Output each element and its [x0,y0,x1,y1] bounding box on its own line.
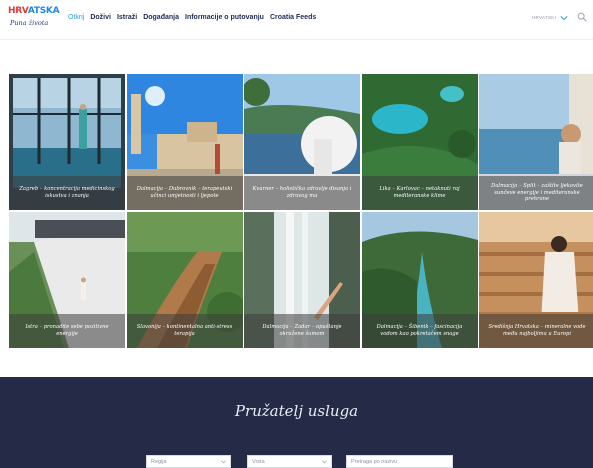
nav-item-otkrij[interactable]: Otkrij [68,14,84,21]
tile-caption-text: Istra – pronađite sebe pozitivne energij… [25,324,109,337]
destination-tile[interactable]: Zagreb – koncentracija medicinskog iskus… [9,74,125,210]
search-icon[interactable] [577,12,587,22]
nav-item-dozivi[interactable]: Doživi [90,14,111,21]
tile-caption-text: Dalmacija – Šibenik – fascinacija vodom … [376,324,463,337]
destination-grid: Zagreb – koncentracija medicinskog iskus… [9,74,593,349]
tile-caption-text: Dalmacija – Split – zaštite ljekovite su… [491,183,583,203]
destination-tile[interactable]: Slavonija – kontinentalna anti-stress te… [126,212,243,348]
tile-caption-text: Lika – Karlovac – netaknuti raj meditera… [379,186,460,199]
provider-search-input[interactable]: Pretraga po nazivu [346,455,453,468]
tile-caption: Kvarner – holistička zdravlje disanja i … [244,176,360,210]
tile-caption: Istra – pronađite sebe pozitivne energij… [9,314,125,348]
tile-caption: Slavonija – kontinentalna anti-stress te… [126,314,243,348]
destination-tile[interactable]: Dalmacija – Zadar – opuštanje okružene š… [244,212,360,348]
destination-tile[interactable]: Dalmacija – Šibenik – fascinacija vodom … [361,212,478,348]
type-select[interactable]: Vrsta [247,455,332,468]
logo-wordmark: HRVATSKA [8,6,60,16]
tile-caption-text: Dalmacija – Zadar – opuštanje okružene š… [262,324,342,337]
main-nav: Otkrij Doživi Istraži Događanja Informac… [68,14,316,21]
nav-item-istrazi[interactable]: Istraži [117,14,137,21]
site-header: HRVATSKA Puna života Otkrij Doživi Istra… [0,0,593,40]
tile-caption: Zagreb – koncentracija medicinskog iskus… [9,176,125,210]
destination-tile[interactable]: Istra – pronađite sebe pozitivne energij… [9,212,125,348]
logo-tagline: Puna života [10,19,49,27]
language-selector[interactable]: HRVATSKI [532,15,556,20]
tile-caption: Dalmacija – Split – zaštite ljekovite su… [479,176,593,210]
service-provider-section: Pružatelj usluga Regija Vrsta Pretraga p… [0,377,593,468]
destination-tile[interactable]: Kvarner – holistička zdravlje disanja i … [244,74,360,210]
destination-tile[interactable]: Lika – Karlovac – netaknuti raj meditera… [361,74,478,210]
tile-caption-text: Zagreb – koncentracija medicinskog iskus… [19,186,115,199]
chevron-down-icon [221,460,226,464]
tile-caption: Dalmacija – Zadar – opuštanje okružene š… [244,314,360,348]
chevron-down-icon [322,460,327,464]
tile-caption: Dalmacija – Dubrovnik – terapeutski učin… [126,176,243,210]
nav-item-croatia-feeds[interactable]: Croatia Feeds [270,14,316,21]
region-select-placeholder: Regija [151,459,167,465]
nav-item-dogadanja[interactable]: Događanja [143,14,179,21]
destination-tile[interactable]: Središnja Hrvatska – mineralne vode među… [479,212,593,348]
tile-caption-text: Središnja Hrvatska – mineralne vode među… [488,324,586,337]
nav-item-informacije[interactable]: Informacije o putovanju [185,14,264,21]
destination-tile[interactable]: Dalmacija – Dubrovnik – terapeutski učin… [126,74,243,210]
chevron-down-icon[interactable] [560,14,568,22]
type-select-placeholder: Vrsta [252,459,265,465]
region-select[interactable]: Regija [146,455,231,468]
search-input-placeholder: Pretraga po nazivu [351,459,398,465]
site-logo[interactable]: HRVATSKA Puna života [8,6,60,34]
tile-caption-text: Slavonija – kontinentalna anti-stress te… [136,324,233,337]
tile-caption: Dalmacija – Šibenik – fascinacija vodom … [361,314,478,348]
tile-caption-text: Kvarner – holistička zdravlje disanja i … [252,186,352,199]
tile-caption: Lika – Karlovac – netaknuti raj meditera… [361,176,478,210]
destination-tile[interactable]: Dalmacija – Split – zaštite ljekovite su… [479,74,593,210]
tile-caption: Središnja Hrvatska – mineralne vode među… [479,314,593,348]
tile-caption-text: Dalmacija – Dubrovnik – terapeutski učin… [136,186,233,199]
section-title: Pružatelj usluga [234,402,359,420]
